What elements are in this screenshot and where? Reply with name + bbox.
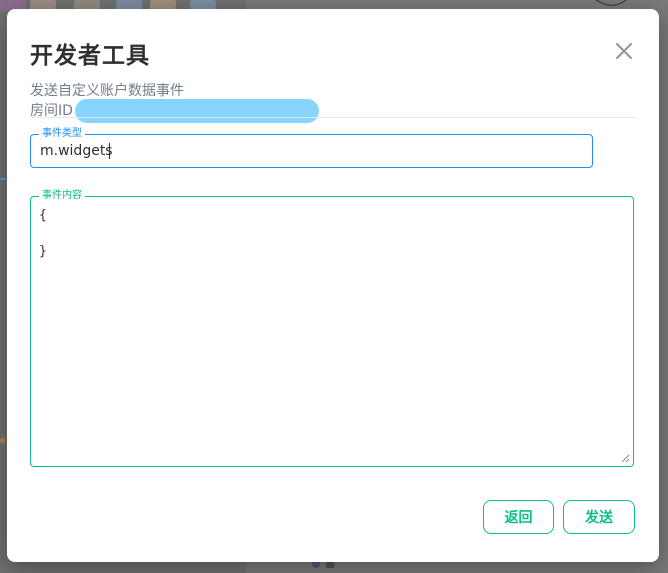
event-type-field: 事件类型 [30, 127, 593, 168]
event-content-label: 事件内容 [39, 189, 85, 203]
send-button[interactable]: 发送 [563, 500, 635, 534]
resize-grip-icon[interactable] [620, 453, 630, 463]
room-id-redaction [75, 99, 319, 123]
event-type-input[interactable] [40, 142, 580, 160]
header-divider [30, 117, 636, 118]
event-content-field: 事件内容 { } [30, 189, 634, 467]
event-type-label: 事件类型 [39, 127, 85, 141]
text-caret [109, 143, 110, 159]
close-icon [616, 43, 632, 59]
event-content-textarea[interactable]: { } [39, 207, 623, 457]
dialog-title: 开发者工具 [30, 43, 150, 69]
developer-tools-dialog: 开发者工具 发送自定义账户数据事件 房间ID 事件类型 事件内容 { } 返回 … [7, 9, 659, 562]
back-button[interactable]: 返回 [483, 500, 554, 534]
close-button[interactable] [612, 39, 636, 63]
dialog-subtitle: 发送自定义账户数据事件 [30, 83, 184, 99]
